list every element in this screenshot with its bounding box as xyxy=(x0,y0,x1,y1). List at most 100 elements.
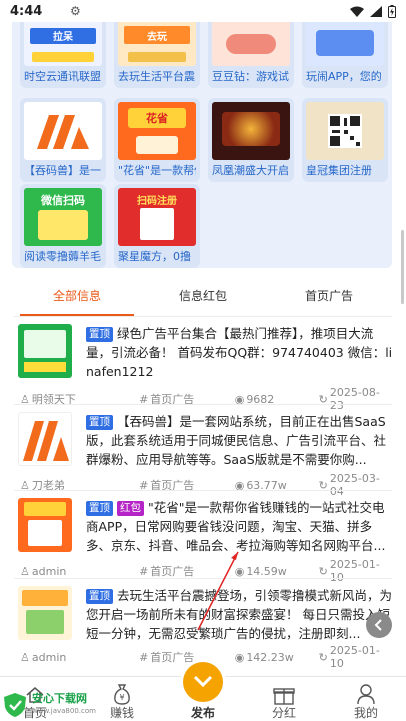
publish-label[interactable]: 发布 xyxy=(178,704,228,721)
post-date: ↻ 2025-08-23 xyxy=(319,386,392,412)
wifi-icon xyxy=(350,6,364,17)
tunmashou-logo-icon xyxy=(23,421,69,461)
post-author[interactable]: ♙ admin xyxy=(20,565,139,578)
app-tile[interactable]: 【吞码兽】是一 xyxy=(20,98,106,182)
app-tile[interactable]: 拉呆 时空云通讯联盟 xyxy=(20,16,106,88)
clock-icon: ↻ xyxy=(318,650,328,664)
list-item[interactable]: 置顶 去玩生活平台震撼登场，引领零撸模式新风尚，为您开启一场前所未有的财富探索盛宴… xyxy=(14,586,394,670)
post-thumbnail xyxy=(18,498,72,552)
post-date: ↻ 2025-01-10 xyxy=(319,644,392,670)
qr-code-icon xyxy=(328,114,362,148)
tile-caption: 阅读零撸薅羊毛 xyxy=(24,250,101,263)
chevron-left-icon xyxy=(374,619,382,631)
tabs-divider xyxy=(14,316,392,317)
post-category[interactable]: # 首页广告 xyxy=(139,649,235,665)
status-icons xyxy=(350,4,396,18)
battery-icon xyxy=(388,4,396,18)
watermark-title: 安心下载网 xyxy=(32,692,87,705)
date-text: 2025-08-23 xyxy=(329,386,380,412)
tunmashou-logo-icon xyxy=(37,115,89,149)
author-name: admin xyxy=(31,564,67,578)
date-text: 2025-01-10 xyxy=(329,558,380,584)
divider xyxy=(14,490,392,491)
list-item[interactable]: 置顶 绿色广告平台集合【最热门推荐】，推项目大流量，引流必备！ 首码发布QQ群：9… xyxy=(14,324,394,412)
category-name: 首页广告 xyxy=(150,651,195,664)
tile-caption: "花省"是一款帮你 xyxy=(118,164,196,177)
post-author[interactable]: ♙ admin xyxy=(20,651,139,664)
badge-pinned: 置顶 xyxy=(86,501,113,516)
app-tile[interactable]: 凤凰潮盛大开启 xyxy=(208,98,294,182)
tile-caption: 时空云通讯联盟 xyxy=(24,70,101,83)
tab-home-ads[interactable]: 首页广告 xyxy=(266,282,392,316)
views-count: 14.59w xyxy=(246,564,287,578)
date-text: 2025-03-04 xyxy=(329,472,380,498)
tile-thumbnail xyxy=(212,20,290,66)
publish-button[interactable] xyxy=(183,662,223,702)
hash-icon: # xyxy=(139,650,149,664)
tile-caption: 聚星魔方，0撸 xyxy=(118,250,191,263)
app-grid: 拉呆 时空云通讯联盟 去玩 去玩生活平台震 豆豆钻：游戏试 玩闹APP，您的 【… xyxy=(12,16,392,268)
tile-thumbnail: 花省 xyxy=(118,102,196,160)
tile-caption: 豆豆钻：游戏试 xyxy=(212,70,289,83)
app-tile[interactable]: 扫码注册 聚星魔方，0撸 xyxy=(114,184,200,268)
scroll-back-button[interactable] xyxy=(366,612,392,638)
post-content: 【吞码兽】是一套网站系统，目前正在出售SaaS版，此套系统适用于同城便民信息、广… xyxy=(86,414,387,467)
chevron-down-icon xyxy=(193,675,213,688)
post-views: ◉ 14.59w xyxy=(235,565,319,578)
divider xyxy=(14,578,392,579)
eye-icon: ◉ xyxy=(234,650,245,664)
user-icon xyxy=(341,679,391,705)
clock-icon: ↻ xyxy=(318,564,328,578)
shield-logo-icon xyxy=(4,693,26,717)
tile-caption: 皇冠集团注册 xyxy=(306,164,372,177)
tab-all-info[interactable]: 全部信息 xyxy=(14,282,140,316)
post-date: ↻ 2025-01-10 xyxy=(319,558,392,584)
post-thumbnail xyxy=(18,586,72,640)
svg-text:¥: ¥ xyxy=(119,693,124,702)
scrollbar[interactable] xyxy=(401,230,404,304)
post-meta: ♙ admin # 首页广告 ◉ 14.59w ↻ 2025-01-10 xyxy=(20,558,392,584)
app-tile[interactable]: 去玩 去玩生活平台震 xyxy=(114,16,200,88)
nav-item-mine[interactable]: 我的 xyxy=(341,679,391,721)
tab-red-packet[interactable]: 信息红包 xyxy=(140,282,266,316)
list-item[interactable]: 置顶 【吞码兽】是一套网站系统，目前正在出售SaaS版，此套系统适用于同城便民信息… xyxy=(14,412,394,498)
tile-thumbnail: 拉呆 xyxy=(24,20,102,66)
tile-thumb-text: 扫码注册 xyxy=(137,196,177,207)
app-tile[interactable]: 皇冠集团注册 xyxy=(302,98,388,182)
settings-gear-icon: ⚙ xyxy=(70,4,81,18)
post-thumbnail xyxy=(18,412,72,466)
tile-thumbnail: 微信扫码 xyxy=(24,188,102,246)
nav-item-dividend[interactable]: 分红 xyxy=(259,679,309,721)
list-item[interactable]: 置顶 红包 "花省"是一款帮你省钱赚钱的一站式社交电商APP，日常网购要省钱没问题，… xyxy=(14,498,394,584)
app-tile[interactable]: 玩闹APP，您的 xyxy=(302,16,388,88)
post-content: 绿色广告平台集合【最热门推荐】，推项目大流量，引流必备！ 首码发布QQ群：974… xyxy=(86,326,393,379)
badge-pinned: 置顶 xyxy=(86,589,113,604)
post-text: 置顶 绿色广告平台集合【最热门推荐】，推项目大流量，引流必备！ 首码发布QQ群：9… xyxy=(86,324,394,381)
watermark-url: www.java800.com xyxy=(32,707,96,715)
nav-label: 我的 xyxy=(353,706,378,720)
tile-thumbnail: 去玩 xyxy=(118,20,196,66)
app-tile[interactable]: 微信扫码 阅读零撸薅羊毛 xyxy=(20,184,106,268)
date-text: 2025-01-10 xyxy=(329,644,380,670)
tile-thumb-text: 花省 xyxy=(146,112,168,125)
status-time: 4:44 xyxy=(10,3,43,19)
status-bar: 4:44 ⚙ xyxy=(0,0,406,22)
post-content: 去玩生活平台震撼登场，引领零撸模式新风尚，为您开启一场前所未有的财富探索盛宴！ … xyxy=(86,588,393,641)
category-name: 首页广告 xyxy=(150,565,195,578)
tile-caption: 玩闹APP，您的 xyxy=(306,70,382,83)
hash-icon: # xyxy=(139,564,149,578)
post-meta: ♙ 刀老弟 # 首页广告 ◉ 63.77w ↻ 2025-03-04 xyxy=(20,472,392,498)
tile-caption: 凤凰潮盛大开启 xyxy=(212,164,289,177)
divider xyxy=(14,404,392,405)
app-tile[interactable]: 花省 "花省"是一款帮你 xyxy=(114,98,200,182)
post-text: 置顶 红包 "花省"是一款帮你省钱赚钱的一站式社交电商APP，日常网购要省钱没问题，… xyxy=(86,498,394,555)
tile-thumbnail xyxy=(306,20,384,66)
badge-red-packet: 红包 xyxy=(117,501,144,516)
badge-pinned: 置顶 xyxy=(86,415,113,430)
tile-thumb-text: 拉呆 xyxy=(53,32,73,43)
eye-icon: ◉ xyxy=(234,564,245,578)
post-category[interactable]: # 首页广告 xyxy=(139,563,235,579)
info-tabs: 全部信息 信息红包 首页广告 xyxy=(14,282,392,316)
tile-thumbnail xyxy=(24,102,102,160)
app-tile[interactable]: 豆豆钻：游戏试 xyxy=(208,16,294,88)
